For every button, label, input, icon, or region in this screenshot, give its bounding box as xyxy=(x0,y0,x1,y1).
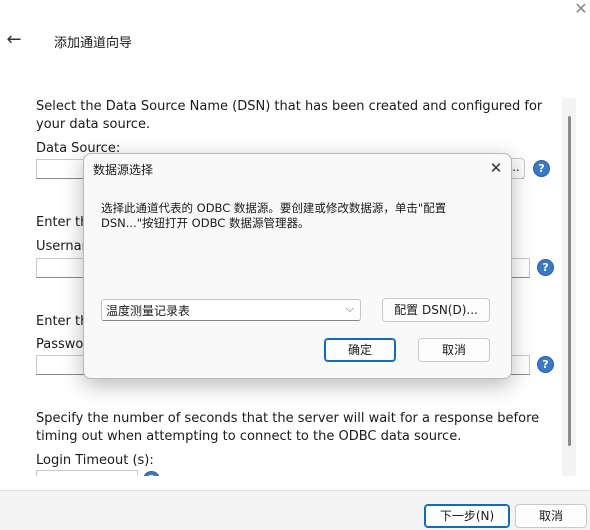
wizard-cancel-button[interactable]: 取消 xyxy=(515,504,587,528)
login-timeout-field[interactable] xyxy=(36,470,138,476)
login-timeout-help-icon[interactable]: ? xyxy=(144,472,159,476)
dsn-select-value: 温度测量记录表 xyxy=(106,304,191,318)
timeout-description: Specify the number of seconds that the s… xyxy=(36,411,540,444)
dsn-select-dialog: 数据源选择 ✕ 选择此通道代表的 ODBC 数据源。要创建或修改数据源，单击"配… xyxy=(83,153,512,379)
dialog-ok-button[interactable]: 确定 xyxy=(324,338,396,362)
dsn-select[interactable]: 温度测量记录表 ⌵ xyxy=(101,299,361,321)
wizard-title: 添加通道向导 xyxy=(54,36,133,51)
back-arrow-icon[interactable]: ← xyxy=(4,30,24,50)
dialog-description: 选择此通道代表的 ODBC 数据源。要创建或修改数据源，单击"配置 DSN...… xyxy=(101,201,447,230)
configure-dsn-button[interactable]: 配置 DSN(D)... xyxy=(382,298,490,322)
username-help-icon[interactable]: ? xyxy=(538,260,553,275)
next-button[interactable]: 下一步(N) xyxy=(424,504,510,528)
wizard-footer: 下一步(N) 取消 xyxy=(0,490,590,530)
dialog-cancel-button[interactable]: 取消 xyxy=(418,338,490,362)
dialog-close-icon[interactable]: ✕ xyxy=(487,159,505,177)
password-help-icon[interactable]: ? xyxy=(538,357,553,372)
login-timeout-label: Login Timeout (s): xyxy=(36,453,154,468)
intro-text: Select the Data Source Name (DSN) that h… xyxy=(36,99,543,132)
dialog-title: 数据源选择 xyxy=(93,163,154,177)
chevron-down-icon: ⌵ xyxy=(345,302,354,315)
password-label: Passwor xyxy=(36,337,89,352)
data-source-help-icon[interactable]: ? xyxy=(534,161,549,176)
window-close-icon[interactable]: ✕ xyxy=(571,0,590,18)
